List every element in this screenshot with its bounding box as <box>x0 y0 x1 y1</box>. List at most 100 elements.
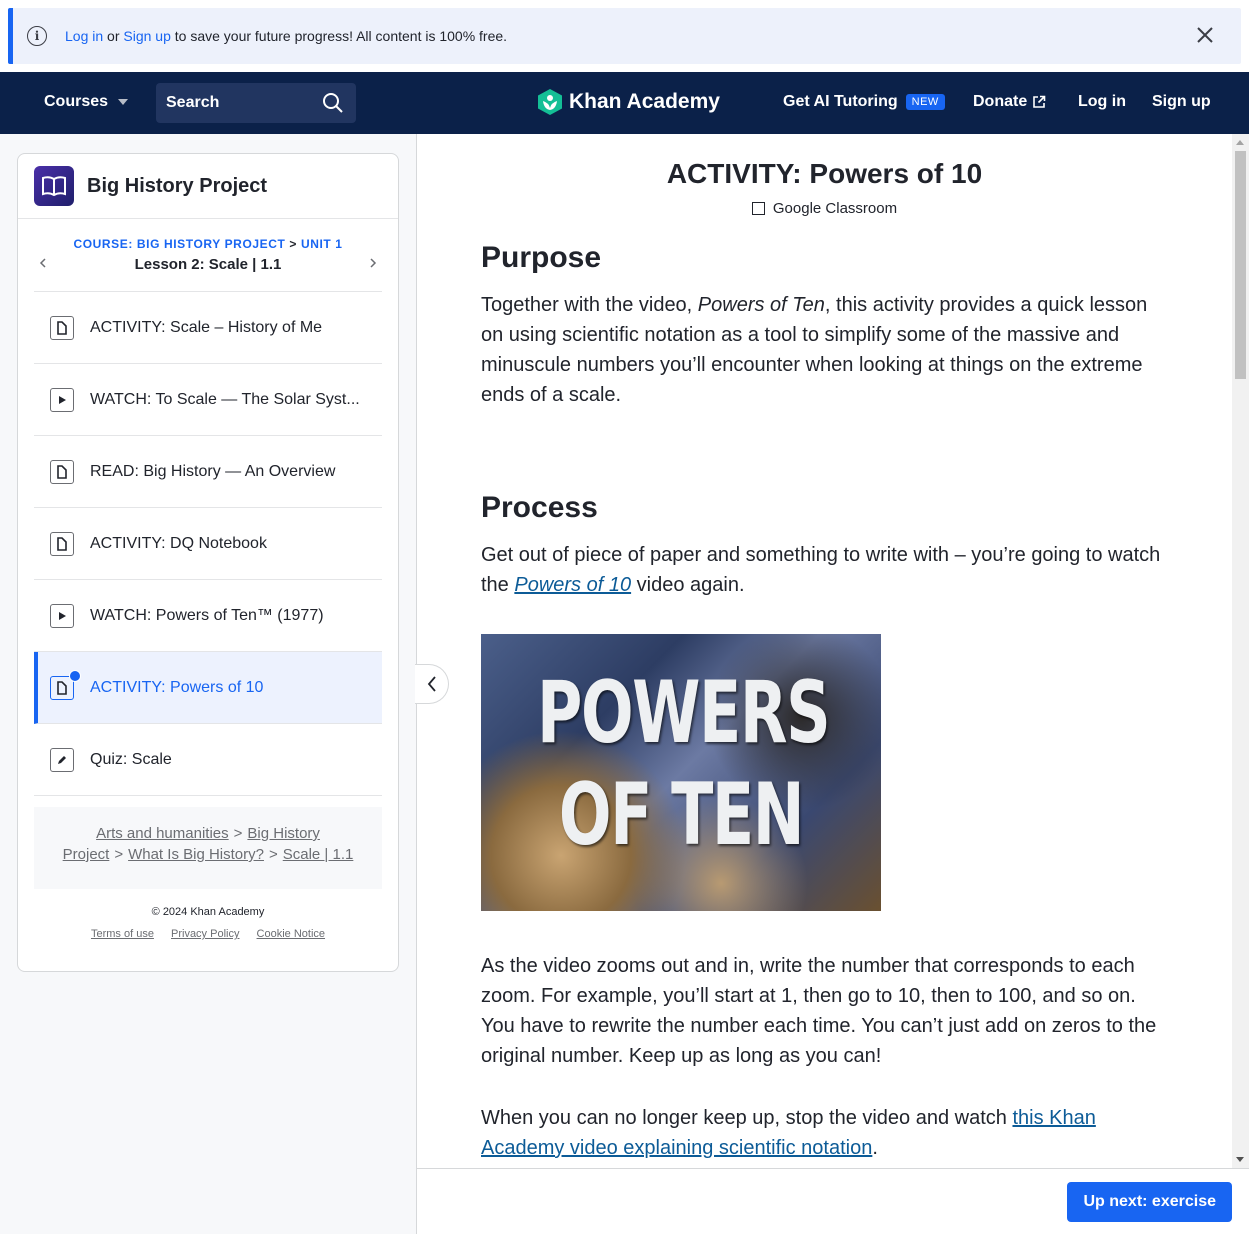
banner-signup-link[interactable]: Sign up <box>123 28 170 44</box>
list-item-label: ACTIVITY: Scale – History of Me <box>90 318 323 336</box>
chevron-left-icon <box>427 676 436 692</box>
crumb-unit-link[interactable]: UNIT 1 <box>301 237 343 251</box>
list-item-label: Quiz: Scale <box>90 750 172 768</box>
ai-tutoring-label: Get AI Tutoring <box>783 93 898 110</box>
purpose-paragraph: Together with the video, Powers of Ten, … <box>481 290 1171 410</box>
purpose-heading: Purpose <box>481 241 602 274</box>
banner-message: Log in or Sign up to save your future pr… <box>65 28 507 44</box>
list-item[interactable]: Quiz: Scale <box>34 724 382 796</box>
courses-menu[interactable]: Courses <box>44 93 129 111</box>
article-body: Purpose Together with the video, Powers … <box>481 240 1171 1163</box>
lesson-items-list: ACTIVITY: Scale – History of Me WATCH: T… <box>34 292 382 796</box>
article-icon <box>50 531 74 556</box>
breadcrumb-separator: > <box>233 825 243 842</box>
donate-link[interactable]: Donate <box>973 93 1046 111</box>
image-title-line-1: POWERS <box>537 663 831 763</box>
google-classroom-button[interactable]: Google Classroom <box>417 200 1232 217</box>
lesson-title: Lesson 2: Scale | 1.1 <box>134 256 282 273</box>
course-book-icon <box>34 166 74 206</box>
breadcrumb: Arts and humanities > Big History Project >… <box>34 807 382 889</box>
list-item[interactable]: WATCH: Powers of Ten™ (1977) <box>34 580 382 652</box>
page-title: ACTIVITY: Powers of 10 <box>666 158 983 189</box>
list-item-label: ACTIVITY: DQ Notebook <box>90 534 267 552</box>
close-icon[interactable] <box>1195 25 1215 45</box>
terms-link[interactable]: Terms of use <box>91 928 154 940</box>
scroll-down-arrow-icon[interactable] <box>1236 1157 1244 1162</box>
process-heading: Process <box>481 491 598 524</box>
process-paragraph: Get out of piece of paper and something … <box>481 540 1171 600</box>
chevron-down-icon <box>118 99 129 105</box>
course-title: Big History Project <box>87 174 268 197</box>
google-classroom-icon <box>751 202 765 215</box>
course-sidebar: Big History Project COURSE: BIG HISTORY … <box>17 153 399 972</box>
banner-login-link[interactable]: Log in <box>65 28 103 44</box>
article-icon <box>50 459 74 484</box>
new-badge: NEW <box>905 94 945 110</box>
zoom-paragraph: As the video zooms out and in, write the… <box>481 955 1157 1067</box>
chevron-right-icon[interactable] <box>368 258 378 268</box>
copyright-text: © 2024 Khan Academy <box>151 906 265 918</box>
external-link-icon <box>1033 95 1046 108</box>
search-label: Search <box>166 94 220 111</box>
purpose-italic: Powers of Ten <box>697 294 825 316</box>
lesson-navigator: COURSE: BIG HISTORY PROJECT > UNIT 1 Les… <box>34 220 382 292</box>
list-item-label: READ: Big History — An Overview <box>90 462 336 480</box>
breadcrumb-link[interactable]: Arts and humanities <box>96 825 229 842</box>
list-item[interactable]: WATCH: To Scale — The Solar Syst... <box>34 364 382 436</box>
course-header[interactable]: Big History Project <box>18 154 398 219</box>
image-title-line-2: OF TEN <box>558 765 805 865</box>
main-scrollbar[interactable] <box>1232 134 1249 1168</box>
login-banner: i Log in or Sign up to save your future … <box>8 8 1241 64</box>
process-text-2: video again. <box>631 574 745 596</box>
breadcrumb-link[interactable]: Scale | 1.1 <box>283 846 354 863</box>
privacy-link[interactable]: Privacy Policy <box>171 928 239 940</box>
breadcrumb-separator: > <box>268 846 278 863</box>
ai-tutoring-link[interactable]: Get AI Tutoring NEW <box>783 93 945 111</box>
banner-rest-text: to save your future progress! All conten… <box>170 28 508 44</box>
list-item-label: ACTIVITY: Powers of 10 <box>90 678 264 696</box>
main-content: ACTIVITY: Powers of 10 Google Classroom … <box>417 134 1232 1168</box>
legal-links: Terms of use Privacy Policy Cookie Notic… <box>18 928 398 940</box>
search-input[interactable]: Search <box>156 83 356 123</box>
powers-of-10-link-text: Powers of 10 <box>514 574 632 596</box>
signup-link[interactable]: Sign up <box>1152 93 1211 111</box>
stop-paragraph: When you can no longer keep up, stop the… <box>481 1103 1171 1163</box>
list-item[interactable]: ACTIVITY: DQ Notebook <box>34 508 382 580</box>
list-item-active[interactable]: ACTIVITY: Powers of 10 <box>34 652 382 724</box>
khan-academy-logo[interactable]: Khan Academy <box>537 88 720 116</box>
scrollbar-thumb[interactable] <box>1235 151 1246 379</box>
list-item[interactable]: READ: Big History — An Overview <box>34 436 382 508</box>
scroll-up-arrow-icon[interactable] <box>1236 140 1244 145</box>
list-item[interactable]: ACTIVITY: Scale – History of Me <box>34 292 382 364</box>
up-next-button[interactable]: Up next: exercise <box>1067 1182 1232 1222</box>
crumb-course-link[interactable]: COURSE: BIG HISTORY PROJECT <box>73 237 285 251</box>
play-icon <box>50 603 74 628</box>
lesson-breadcrumb: COURSE: BIG HISTORY PROJECT > UNIT 1 <box>34 237 382 251</box>
info-icon: i <box>27 26 47 46</box>
donate-label: Donate <box>973 93 1028 110</box>
powers-of-10-link[interactable]: Powers of 10 <box>514 574 631 596</box>
completed-check-icon <box>69 669 81 682</box>
bottom-bar: Up next: exercise <box>417 1168 1249 1234</box>
banner-or-text: or <box>103 28 124 44</box>
play-icon <box>50 387 74 412</box>
article-icon <box>50 315 74 340</box>
khan-leaf-icon <box>538 89 562 115</box>
stop-text-1: When you can no longer keep up, stop the… <box>481 1107 1013 1129</box>
stop-text-2: . <box>872 1137 878 1159</box>
cookie-link[interactable]: Cookie Notice <box>257 928 325 940</box>
breadcrumb-link[interactable]: What Is Big History? <box>128 846 264 863</box>
purpose-text-1: Together with the video, <box>481 294 698 316</box>
list-item-label: WATCH: To Scale — The Solar Syst... <box>90 390 360 408</box>
article-icon <box>50 669 81 700</box>
crumb-separator: > <box>285 237 301 251</box>
google-classroom-label: Google Classroom <box>772 200 898 217</box>
list-item-label: WATCH: Powers of Ten™ (1977) <box>90 606 324 624</box>
breadcrumb-separator: > <box>114 846 124 863</box>
top-navigation: Courses Search Khan Academy Get AI Tutor… <box>0 72 1249 134</box>
courses-label: Courses <box>44 93 109 110</box>
search-icon <box>323 93 343 113</box>
login-link[interactable]: Log in <box>1078 93 1126 111</box>
powers-of-ten-image: POWERS OF TEN <box>481 634 881 911</box>
pencil-icon <box>50 747 74 772</box>
